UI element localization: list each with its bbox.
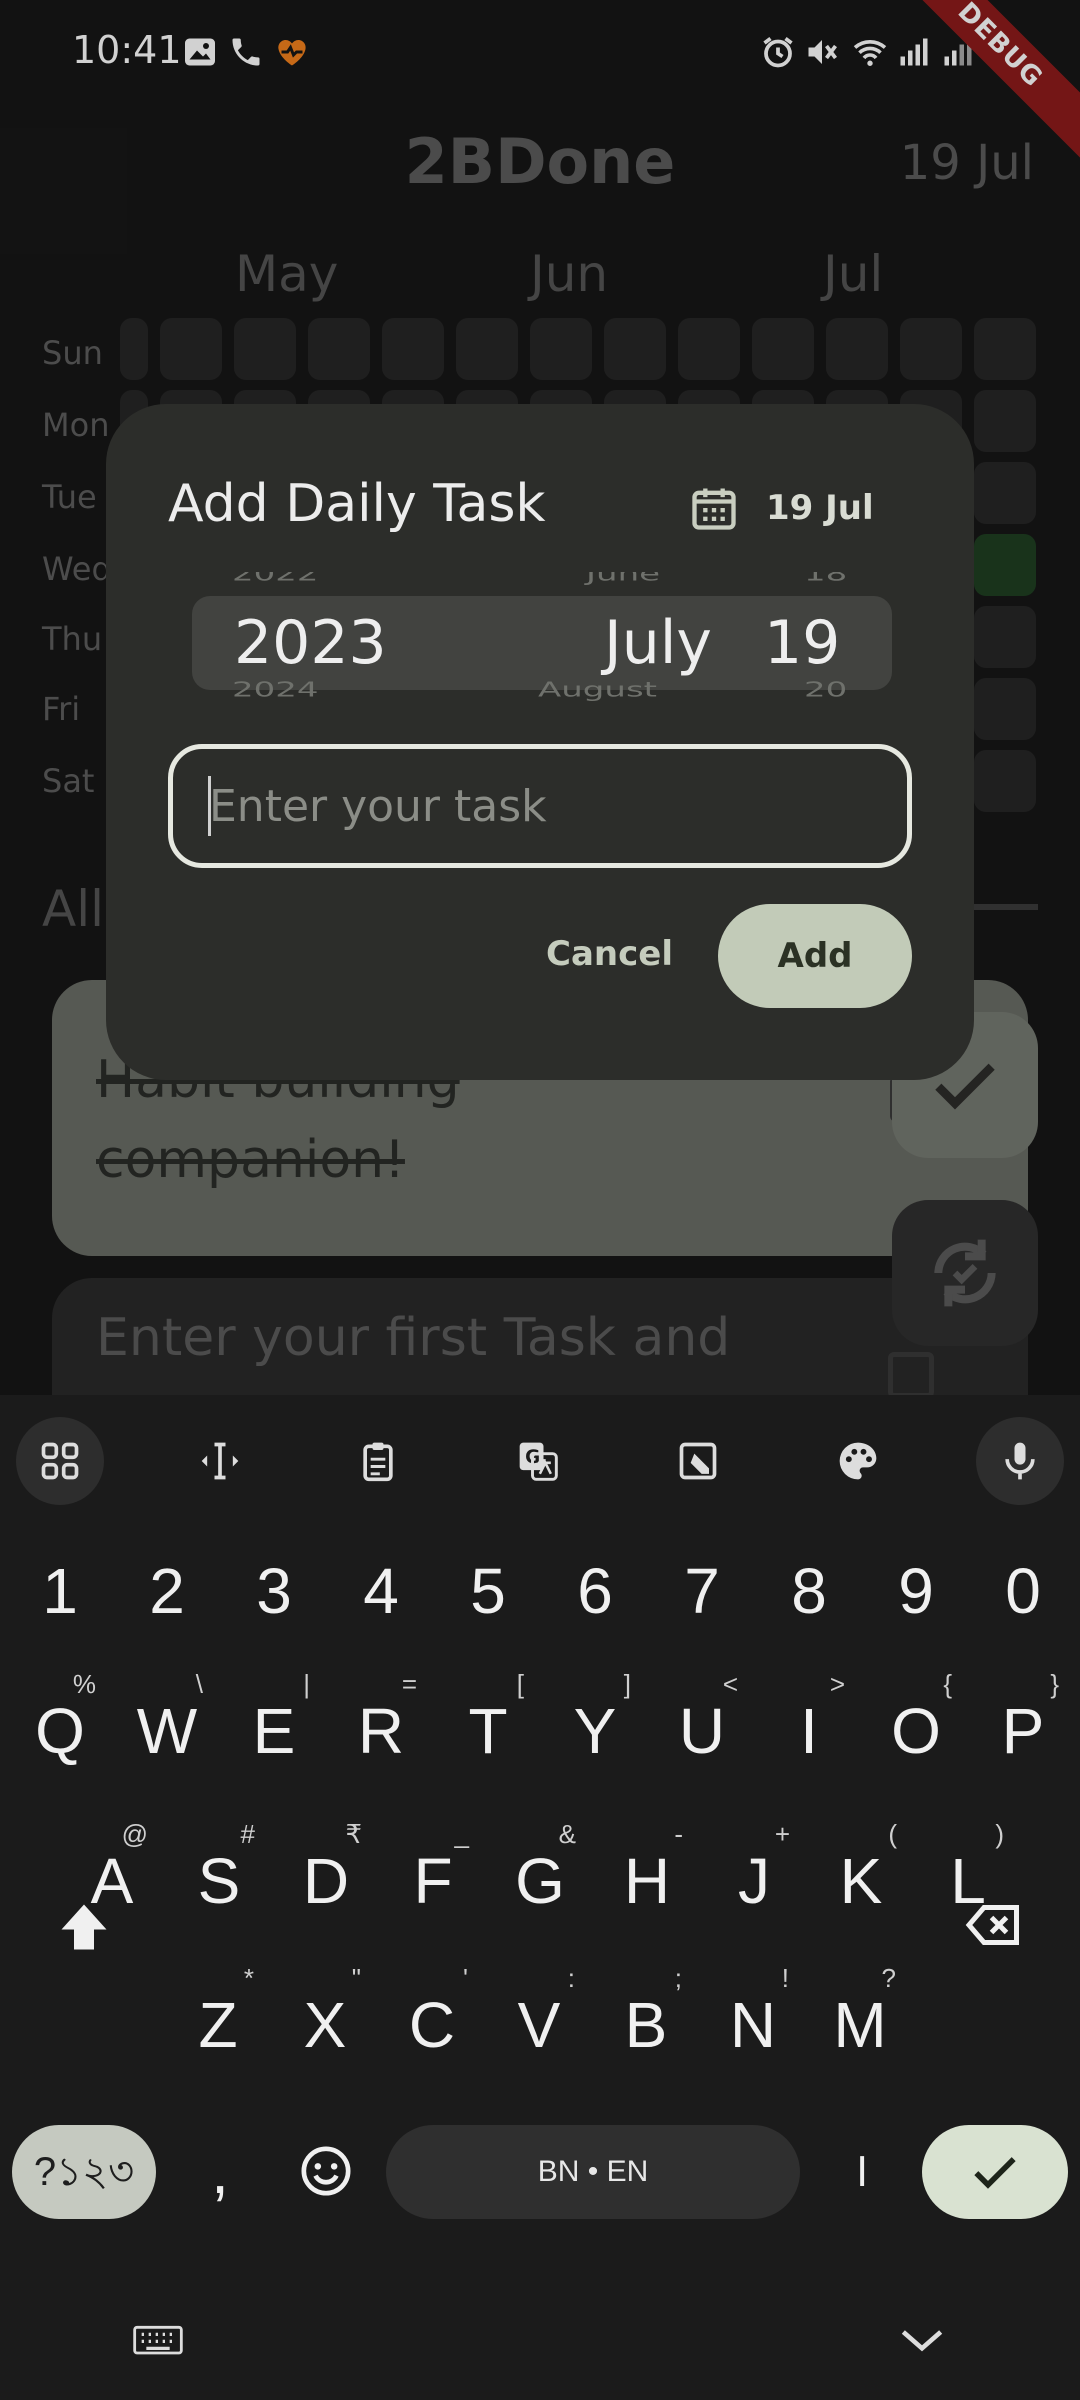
hide-keyboard-icon[interactable]: [894, 2311, 950, 2367]
apps-grid-button[interactable]: [16, 1417, 104, 1505]
space-key[interactable]: BN • EN: [386, 2125, 800, 2219]
translate-button[interactable]: G: [494, 1417, 582, 1505]
translate-icon: G: [519, 1442, 558, 1481]
dialog-date[interactable]: 19 Jul: [766, 488, 874, 528]
letter-key[interactable]: R =: [327, 1661, 435, 1801]
letter-key[interactable]: I >: [755, 1661, 863, 1801]
theme-button[interactable]: [814, 1417, 902, 1505]
emoji-key[interactable]: [272, 2101, 380, 2241]
letter-key[interactable]: H-: [593, 1811, 701, 1951]
number-key[interactable]: 3: [220, 1521, 328, 1661]
screenshot-button[interactable]: [654, 1417, 742, 1505]
comma-key[interactable]: ,: [166, 2101, 274, 2241]
calendar-icon[interactable]: [688, 480, 740, 536]
picker-month-selected[interactable]: July: [604, 608, 712, 678]
letter-key[interactable]: Z *: [164, 1955, 272, 2095]
letter-key[interactable]: X ": [271, 1955, 379, 2095]
backspace-key[interactable]: [940, 1855, 1048, 1995]
number-key[interactable]: 5: [434, 1521, 542, 1661]
check-icon: [974, 2157, 1016, 2189]
add-task-dialog: Add Daily Task 19 Jul 2022 2023 2024 Jun…: [106, 404, 974, 1080]
apps-grid-icon: [41, 1442, 79, 1480]
number-key[interactable]: 8: [755, 1521, 863, 1661]
emoji-icon: [301, 2146, 351, 2196]
mic-icon: [1005, 1442, 1035, 1480]
shift-icon: [61, 1904, 107, 1950]
letter-key[interactable]: C ': [378, 1955, 486, 2095]
date-picker[interactable]: 2022 2023 2024 June July August 18 19 20: [192, 572, 892, 708]
letter-key[interactable]: N!: [699, 1955, 807, 2095]
number-key[interactable]: 6: [541, 1521, 649, 1661]
shift-key[interactable]: [30, 1855, 138, 1995]
task-input[interactable]: [168, 744, 912, 868]
clipboard-icon: [363, 1442, 393, 1482]
voice-input-button[interactable]: [976, 1417, 1064, 1505]
letter-key[interactable]: F _: [379, 1811, 487, 1951]
palette-icon: [839, 1442, 877, 1480]
text-cursor-button[interactable]: [176, 1417, 264, 1505]
number-key[interactable]: 2: [113, 1521, 221, 1661]
picker-day-selected[interactable]: 19: [764, 608, 840, 678]
letter-key[interactable]: T[: [434, 1661, 542, 1801]
clipboard-button[interactable]: [334, 1417, 422, 1505]
picker-day-prev[interactable]: 18: [804, 572, 847, 586]
picker-month-next[interactable]: August: [538, 678, 657, 702]
soft-keyboard: G 1 2 3 4 5 6 7 8 9 0 Q% W \ E | R = T[Y] U < I > O{P} A @ S # D ₹ F _…: [0, 1395, 1080, 2400]
letter-key[interactable]: Y]: [541, 1661, 649, 1801]
letter-key[interactable]: J +: [700, 1811, 808, 1951]
letter-key[interactable]: P}: [969, 1661, 1077, 1801]
number-key[interactable]: 9: [862, 1521, 970, 1661]
text-cursor-icon: [201, 1442, 239, 1480]
letter-key[interactable]: D ₹: [272, 1811, 380, 1951]
danda-key[interactable]: ।: [806, 2101, 914, 2241]
letter-key[interactable]: O{: [862, 1661, 970, 1801]
picker-year-selected[interactable]: 2023: [234, 608, 387, 678]
number-key[interactable]: 7: [648, 1521, 756, 1661]
number-key[interactable]: 1: [6, 1521, 114, 1661]
letter-key[interactable]: W \: [113, 1661, 221, 1801]
screenshot-icon: [679, 1442, 717, 1480]
picker-year-prev[interactable]: 2022: [232, 572, 319, 586]
letter-key[interactable]: V:: [485, 1955, 593, 2095]
letter-key[interactable]: G &: [486, 1811, 594, 1951]
picker-day-next[interactable]: 20: [804, 678, 847, 702]
letter-key[interactable]: K(: [807, 1811, 915, 1951]
text-caret: [208, 776, 211, 836]
letter-key[interactable]: U <: [648, 1661, 756, 1801]
enter-key[interactable]: [922, 2125, 1068, 2219]
letter-key[interactable]: E |: [220, 1661, 328, 1801]
dialog-title: Add Daily Task: [168, 474, 546, 534]
picker-month-prev[interactable]: June: [586, 572, 660, 586]
picker-year-next[interactable]: 2024: [232, 678, 319, 702]
cancel-button[interactable]: Cancel: [546, 934, 673, 974]
add-button[interactable]: Add: [718, 904, 912, 1008]
letter-key[interactable]: B;: [592, 1955, 700, 2095]
number-key[interactable]: 0: [969, 1521, 1077, 1661]
letter-key[interactable]: S #: [165, 1811, 273, 1951]
letter-key[interactable]: M?: [806, 1955, 914, 2095]
number-key[interactable]: 4: [327, 1521, 435, 1661]
letter-key[interactable]: Q%: [6, 1661, 114, 1801]
keyboard-switch-icon[interactable]: [130, 2311, 186, 2367]
backspace-icon: [965, 1905, 1019, 1945]
symbols-key[interactable]: ?১২৩: [12, 2125, 156, 2219]
